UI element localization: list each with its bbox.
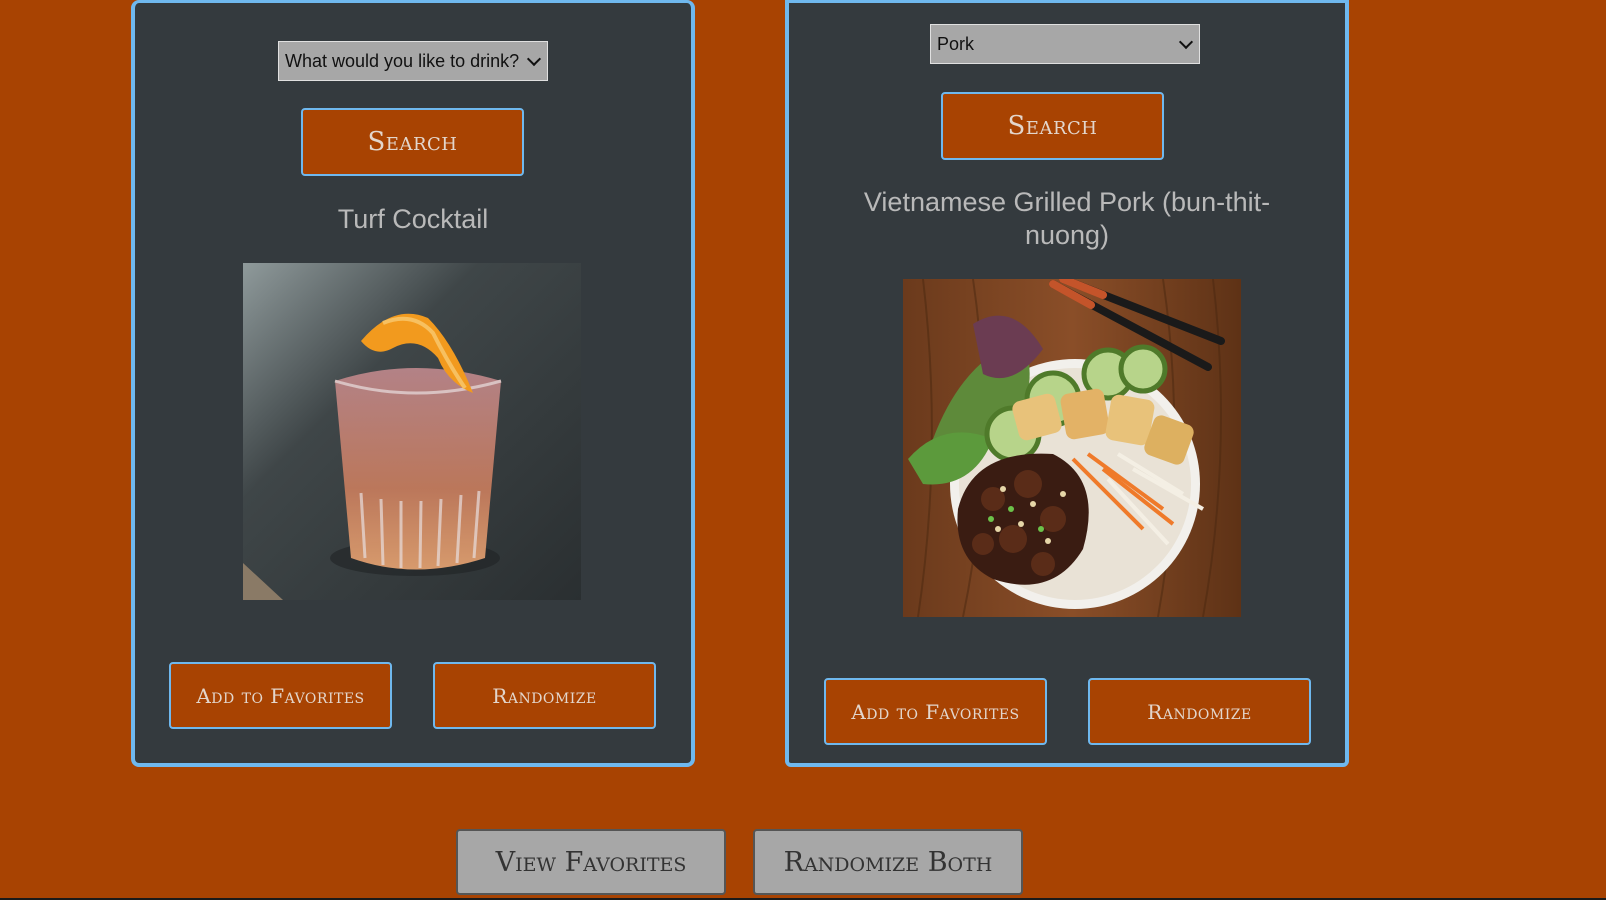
chevron-down-icon — [526, 51, 542, 67]
food-randomize-button[interactable]: Randomize — [1088, 678, 1311, 745]
randomize-both-button[interactable]: Randomize Both — [753, 829, 1023, 895]
food-title: Vietnamese Grilled Pork (bun-thit-nuong) — [863, 187, 1271, 250]
food-card: Pork Search Vietnamese Grilled Pork (bun… — [785, 0, 1349, 767]
food-select-value: Pork — [937, 33, 975, 54]
drink-title: Turf Cocktail — [337, 204, 489, 234]
chevron-down-icon — [1178, 34, 1194, 50]
drink-type-select[interactable]: What would you like to drink? — [278, 41, 548, 81]
food-type-select[interactable]: Pork — [930, 24, 1200, 64]
food-add-favorites-button[interactable]: Add to Favorites — [824, 678, 1047, 745]
view-favorites-button[interactable]: View Favorites — [456, 829, 726, 895]
food-image — [903, 279, 1241, 617]
drink-search-button[interactable]: Search — [301, 108, 524, 176]
drink-select-value: What would you like to drink? — [285, 50, 520, 71]
drink-randomize-button[interactable]: Randomize — [433, 662, 656, 729]
drink-add-favorites-button[interactable]: Add to Favorites — [169, 662, 392, 729]
food-search-button[interactable]: Search — [941, 92, 1164, 160]
drink-card: What would you like to drink? Search Tur… — [131, 0, 695, 767]
drink-image — [243, 263, 581, 600]
